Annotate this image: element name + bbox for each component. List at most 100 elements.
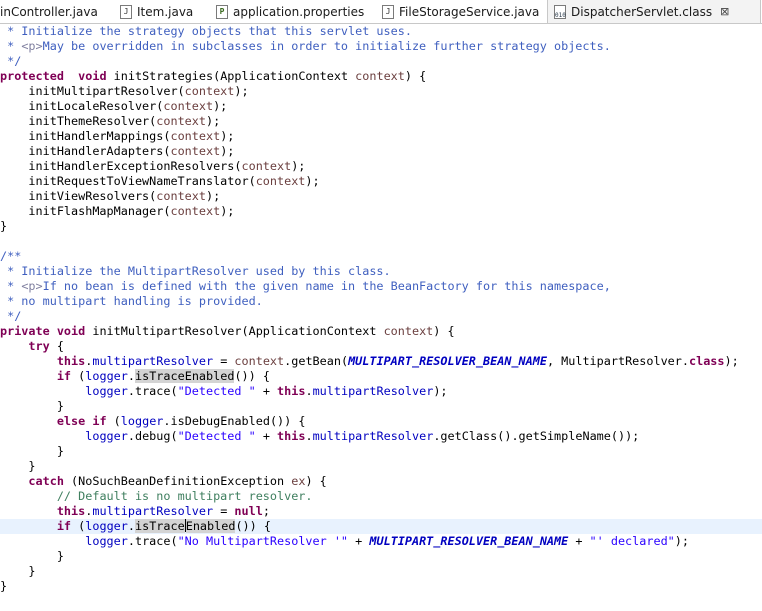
code-line: } (0, 564, 762, 579)
code-line: initHandlerMappings(context); (0, 129, 762, 144)
code-token: class (688, 354, 725, 368)
code-token: .trace( (127, 534, 178, 548)
code-token: isTrace (135, 519, 185, 533)
code-token: ); (213, 99, 228, 113)
code-line: * Initialize the strategy objects that t… (0, 24, 762, 39)
tab-label: FileStorageService.java (399, 4, 540, 19)
code-token: } (0, 549, 64, 563)
code-token: * (0, 39, 22, 53)
code-token: context (170, 129, 221, 143)
code-token: context (170, 144, 221, 158)
code-token: multipartResolver (92, 504, 214, 518)
code-token: .isDebugEnabled()) { (163, 414, 306, 428)
code-line: } (0, 579, 762, 594)
code-token: logger (85, 429, 128, 443)
code-token: initMultipartResolver(ApplicationContext (85, 324, 384, 338)
code-token: + (255, 384, 278, 398)
code-line: } (0, 549, 762, 564)
code-token: context (241, 159, 292, 173)
properties-file-icon: P (216, 4, 228, 19)
code-line: initMultipartResolver(context); (0, 84, 762, 99)
code-token: "' declared" (589, 534, 675, 548)
code-token: ); (674, 534, 689, 548)
code-line: initLocaleResolver(context); (0, 99, 762, 114)
code-token: this (56, 504, 86, 518)
code-token: context (383, 324, 434, 338)
code-line: /** (0, 249, 762, 264)
code-token: <p> (21, 39, 43, 53)
code-line: logger.debug("Detected " + this.multipar… (0, 429, 762, 444)
code-token: null (234, 504, 263, 518)
code-token: logger (85, 519, 128, 533)
code-token: * Initialize the strategy objects that t… (0, 24, 412, 38)
code-token: = (213, 354, 235, 368)
code-token: + (568, 534, 590, 548)
code-token: context (355, 69, 405, 83)
code-token: , MultipartResolver. (546, 354, 689, 368)
code-line: initHandlerExceptionResolvers(context); (0, 159, 762, 174)
code-token: context (234, 354, 285, 368)
code-token: this (56, 354, 86, 368)
code-token: ); (305, 174, 320, 188)
code-token: context (255, 174, 306, 188)
code-line: protected void initStrategies(Applicatio… (0, 69, 762, 84)
tab-dispatcherservlet-class[interactable]: 010 DispatcherServlet.class ⊠ (547, 0, 761, 23)
code-line: try { (0, 339, 762, 354)
code-token: initFlashMapManager( (0, 204, 171, 218)
code-token: initLocaleResolver( (0, 99, 164, 113)
code-token: MULTIPART_RESOLVER_BEAN_NAME (348, 354, 547, 368)
tab-incontroller-java[interactable]: inController.java (0, 0, 98, 23)
code-line: } (0, 459, 762, 474)
code-token: */ (0, 309, 22, 323)
code-line: initThemeResolver(context); (0, 114, 762, 129)
code-line: } (0, 219, 762, 234)
code-line: * <p>If no bean is defined with the give… (0, 279, 762, 294)
class-file-icon: 010 (554, 4, 566, 19)
code-token: initMultipartResolver( (0, 84, 185, 98)
code-token: = (213, 504, 235, 518)
code-token: * (0, 279, 22, 293)
code-token: If no bean is defined with the given nam… (42, 279, 611, 293)
code-token: initRequestToViewNameTranslator( (0, 174, 256, 188)
tab-filestorageservice-java[interactable]: J FileStorageService.java (382, 0, 539, 23)
code-token: MULTIPART_RESOLVER_BEAN_NAME (369, 534, 569, 548)
code-editor[interactable]: * Initialize the strategy objects that t… (0, 24, 762, 611)
code-token: * Initialize the MultipartResolver used … (0, 264, 391, 278)
code-token: */ (0, 54, 22, 68)
code-line: if (logger.isTraceEnabled()) { (0, 369, 762, 384)
tab-application-properties[interactable]: P application.properties (216, 0, 364, 23)
code-token: if (92, 414, 107, 428)
code-line: initHandlerAdapters(context); (0, 144, 762, 159)
java-file-icon: J (382, 4, 394, 19)
code-token: ()) { (234, 369, 270, 383)
code-token: initHandlerExceptionResolvers( (0, 159, 242, 173)
code-line: */ (0, 54, 762, 69)
code-token: isTraceEnabled (135, 369, 235, 383)
code-line: initViewResolvers(context); (0, 189, 762, 204)
code-token: . (127, 369, 135, 383)
code-token: else (56, 414, 86, 428)
editor-tab-bar: inController.java J Item.java P applicat… (0, 0, 762, 24)
code-token: + (255, 429, 278, 443)
code-token: . (127, 519, 135, 533)
tab-item-java[interactable]: J Item.java (120, 0, 193, 23)
code-token: this (277, 384, 306, 398)
code-token: private (0, 324, 50, 338)
code-token: ); (220, 204, 235, 218)
code-token: logger (85, 384, 128, 398)
code-token: catch (28, 474, 64, 488)
code-token: } (0, 444, 64, 458)
code-token: initHandlerMappings( (0, 129, 171, 143)
code-token: initViewResolvers( (0, 189, 157, 203)
code-token: this (277, 429, 306, 443)
code-token: .getClass().getSimpleName()); (433, 429, 640, 443)
code-token: + (348, 534, 370, 548)
close-tab-icon[interactable]: ⊠ (720, 5, 729, 18)
